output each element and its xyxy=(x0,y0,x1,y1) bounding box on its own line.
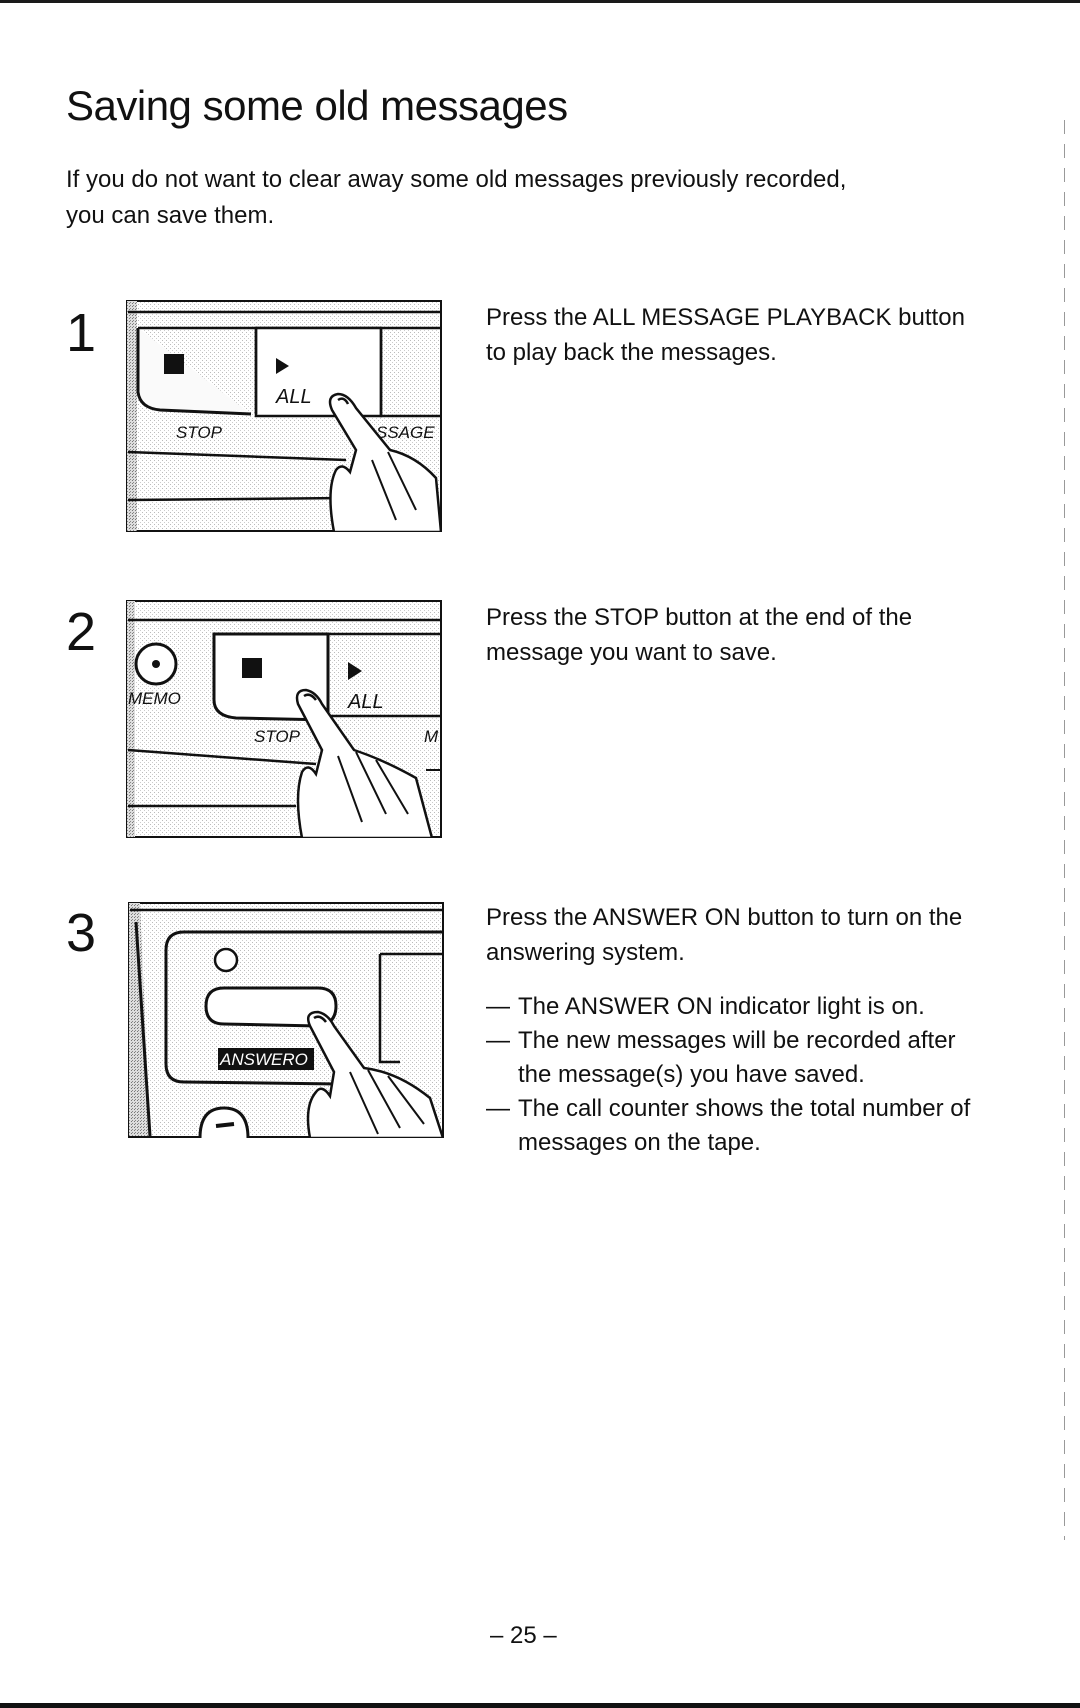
step-2-illustration: MEMO ALL STOP M xyxy=(126,600,442,838)
step-3-notes: — The ANSWER ON indicator light is on. — T… xyxy=(486,990,986,1160)
message-label: M xyxy=(424,727,439,746)
note-item: — The ANSWER ON indicator light is on. xyxy=(486,990,986,1024)
step-1-illustration: ALL STOP SSAGE xyxy=(126,300,442,532)
answer-on-label: ANSWERO xyxy=(219,1050,308,1069)
memo-label: MEMO xyxy=(128,689,181,708)
stop-label: STOP xyxy=(176,423,223,442)
note-dash: — xyxy=(486,993,510,1020)
step-2-number: 2 xyxy=(66,602,97,662)
step-3-number: 3 xyxy=(66,903,97,963)
note-text: The ANSWER ON indicator light is on. xyxy=(518,993,925,1020)
page-number: – 25 – xyxy=(490,1622,557,1649)
scan-edge-top xyxy=(0,0,1080,3)
indicator-light-icon xyxy=(213,947,239,973)
message-label: SSAGE xyxy=(376,423,435,442)
stop-square-icon xyxy=(242,658,262,678)
step-1-number: 1 xyxy=(66,303,97,363)
step-2-text: Press the STOP button at the end of the … xyxy=(486,604,913,666)
note-item: — The call counter shows the total number… xyxy=(486,1092,986,1160)
note-item: — The new messages will be recorded after… xyxy=(486,1024,986,1092)
note-dash: — xyxy=(486,1027,510,1054)
page-title: Saving some old messages xyxy=(66,82,568,129)
note-text: The call counter shows the total number … xyxy=(518,1095,971,1156)
note-dash: — xyxy=(486,1095,510,1122)
step-3-illustration: ANSWERO xyxy=(128,902,444,1138)
stop-square-icon xyxy=(164,354,184,374)
scan-edge-bottom xyxy=(0,1703,1080,1708)
note-text: The new messages will be recorded after … xyxy=(518,1027,956,1088)
all-label: ALL xyxy=(347,691,384,713)
step-3-text: Press the ANSWER ON button to turn on th… xyxy=(486,904,963,966)
all-label: ALL xyxy=(275,386,312,408)
intro-paragraph: If you do not want to clear away some ol… xyxy=(66,166,847,229)
step-3-content: Press the ANSWER ON button to turn on th… xyxy=(486,900,986,1160)
step-1-text: Press the ALL MESSAGE PLAYBACK button to… xyxy=(486,304,965,366)
memo-record-icon xyxy=(134,642,178,686)
stop-label: STOP xyxy=(254,727,301,746)
scan-edge-right xyxy=(1064,120,1065,1540)
